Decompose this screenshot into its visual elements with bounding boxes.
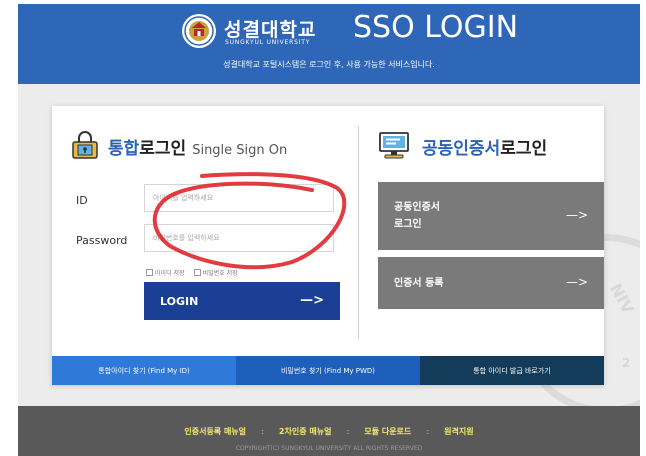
footer-link-module-download[interactable]: 모듈 다운로드 xyxy=(364,427,411,436)
page-title: SSO LOGIN xyxy=(353,10,519,45)
footer-separator: : xyxy=(261,427,264,436)
footer-separator: : xyxy=(346,427,350,436)
footer-link-remote-support[interactable]: 원격지원 xyxy=(444,427,473,436)
footer-link-cert-manual[interactable]: 인증서등록 매뉴얼 xyxy=(184,427,246,436)
copyright: COPYRIGHT(C) SUNGKYUL UNIVERSITY ALL RIG… xyxy=(235,445,423,452)
logo-english-text: SUNGKYUL UNIVERSITY xyxy=(225,39,311,46)
red-annotation-circle xyxy=(152,172,347,270)
login-card: 통합로그인Single Sign On ID Password 아이디 저장 비… xyxy=(52,106,604,385)
footer-separator: : xyxy=(426,427,430,436)
university-logo[interactable]: 성결대학교 SUNGKYUL UNIVERSITY xyxy=(180,12,340,52)
page-subtitle: 성결대학교 포털시스템은 로그인 후, 사용 가능한 서비스입니다. xyxy=(223,60,435,69)
header: 성결대학교 SUNGKYUL UNIVERSITY SSO LOGIN 성결대학… xyxy=(18,4,640,84)
footer: 인증서등록 매뉴얼 : 2차인증 매뉴얼 : 모듈 다운로드 : 원격지원 CO… xyxy=(18,406,640,456)
logo-korean-text: 성결대학교 xyxy=(224,19,317,41)
footer-links: 인증서등록 매뉴얼 : 2차인증 매뉴얼 : 모듈 다운로드 : 원격지원 xyxy=(18,419,640,438)
university-seal-icon xyxy=(182,14,216,48)
footer-link-2fa-manual[interactable]: 2차인증 매뉴얼 xyxy=(279,427,332,436)
watermark-text-2: 2 xyxy=(622,356,631,370)
sso-page: 성결대학교 SUNGKYUL UNIVERSITY SSO LOGIN 성결대학… xyxy=(18,4,640,456)
